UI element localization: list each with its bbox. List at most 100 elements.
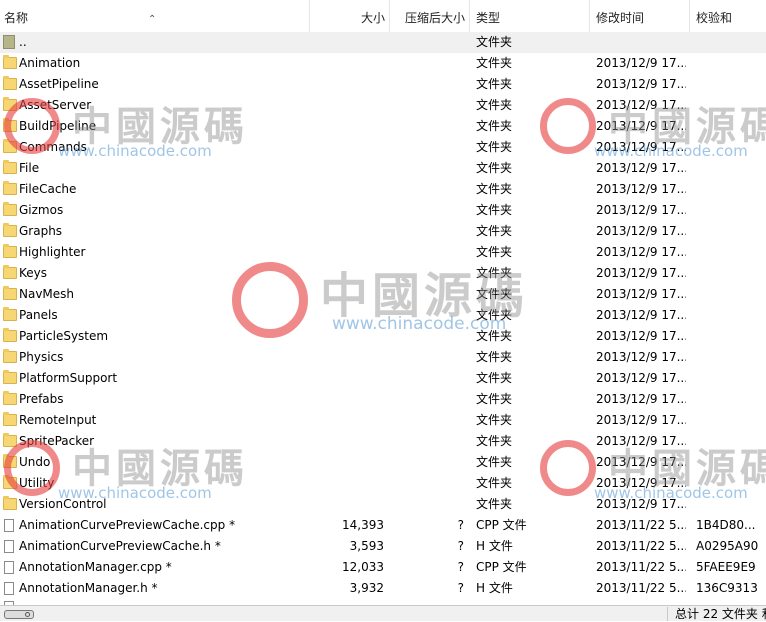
list-item[interactable]: Panels 文件夹 2013/12/9 17... <box>0 305 766 326</box>
item-modified: 2013/12/9 17... <box>596 77 686 91</box>
item-name: Panels <box>19 308 58 322</box>
folder-icon <box>3 265 17 279</box>
item-size <box>310 116 384 137</box>
item-name: BuildPipeline <box>19 119 97 133</box>
item-compressed <box>390 137 464 158</box>
list-item[interactable]: AnimationCurvePreviewCache.cpp * 14,393? C… <box>0 515 766 536</box>
item-name: NavMesh <box>19 287 75 301</box>
column-crc-header[interactable]: 校验和 <box>690 0 766 32</box>
list-item[interactable]: AnnotationManager.h * 3,932? H 文件 2013/11/2… <box>0 578 766 599</box>
item-crc <box>696 53 764 74</box>
item-compressed <box>390 32 464 53</box>
item-type: 文件夹 <box>476 98 513 112</box>
item-compressed <box>390 347 464 368</box>
list-item[interactable]: Commands 文件夹 2013/12/9 17... <box>0 137 766 158</box>
item-compressed <box>390 284 464 305</box>
list-item[interactable]: FileCache 文件夹 2013/12/9 17... <box>0 179 766 200</box>
item-crc <box>696 368 764 389</box>
list-item[interactable]: AnimationCurvePreviewCache.h * 3,593? H 文件… <box>0 536 766 557</box>
list-item[interactable]: Prefabs 文件夹 2013/12/9 17... <box>0 389 766 410</box>
item-crc: 136C9313 <box>696 581 758 595</box>
item-compressed <box>390 494 464 515</box>
item-size <box>310 410 384 431</box>
item-size <box>310 263 384 284</box>
folder-icon <box>3 181 17 195</box>
item-type: 文件夹 <box>476 203 513 217</box>
item-name: AssetPipeline <box>19 77 99 91</box>
item-modified: 2013/11/22 5... <box>596 518 686 532</box>
file-icon <box>4 519 14 532</box>
column-type-header[interactable]: 类型 <box>470 0 590 32</box>
list-item[interactable]: Undo 文件夹 2013/12/9 17... <box>0 452 766 473</box>
list-item[interactable]: NavMesh 文件夹 2013/12/9 17... <box>0 284 766 305</box>
item-modified: 2013/12/9 17... <box>596 98 686 112</box>
list-item[interactable]: PlatformSupport 文件夹 2013/12/9 17... <box>0 368 766 389</box>
item-crc <box>696 242 764 263</box>
item-name: Animation <box>19 56 81 70</box>
folder-icon <box>3 307 17 321</box>
item-crc <box>696 95 764 116</box>
item-name: File <box>19 161 40 175</box>
status-summary: 总计 22 文件夹 和 <box>675 607 766 621</box>
item-size <box>310 158 384 179</box>
item-crc: 1B4D80... <box>696 518 756 532</box>
list-item[interactable]: File 文件夹 2013/12/9 17... <box>0 158 766 179</box>
column-name-header[interactable]: 名称 ⌃ <box>0 0 310 32</box>
file-icon <box>4 582 14 595</box>
list-item[interactable]: Utility 文件夹 2013/12/9 17... <box>0 473 766 494</box>
item-type: H 文件 <box>476 581 513 595</box>
item-compressed: ? <box>457 581 464 595</box>
list-item[interactable]: Gizmos 文件夹 2013/12/9 17... <box>0 200 766 221</box>
item-size <box>310 137 384 158</box>
item-size <box>310 221 384 242</box>
parent-folder-row[interactable]: .. 文件夹 <box>0 32 766 53</box>
list-item[interactable]: ParticleSystem 文件夹 2013/12/9 17... <box>0 326 766 347</box>
item-modified: 2013/12/9 17... <box>596 329 686 343</box>
folder-icon <box>3 349 17 363</box>
column-compressed-header[interactable]: 压缩后大小 <box>390 0 470 32</box>
item-size <box>310 284 384 305</box>
list-item[interactable]: SpritePacker 文件夹 2013/12/9 17... <box>0 431 766 452</box>
item-name: AnnotationManager.cpp * <box>19 560 172 574</box>
item-name: AnnotationManager.h * <box>19 581 158 595</box>
item-crc <box>696 137 764 158</box>
list-item[interactable]: VersionControl 文件夹 2013/12/9 17... <box>0 494 766 515</box>
sort-ascending-icon: ⌃ <box>148 14 157 25</box>
item-type: 文件夹 <box>476 476 513 490</box>
item-crc <box>696 200 764 221</box>
item-size: 3,932 <box>349 581 384 595</box>
column-modified-header[interactable]: 修改时间 <box>590 0 690 32</box>
item-crc <box>696 32 764 53</box>
list-item[interactable]: AssetPipeline 文件夹 2013/12/9 17... <box>0 74 766 95</box>
item-crc <box>696 494 764 515</box>
item-modified: 2013/12/9 17... <box>596 455 686 469</box>
drive-icon <box>4 610 34 619</box>
folder-icon <box>3 454 17 468</box>
item-type: 文件夹 <box>476 434 513 448</box>
item-modified: 2013/12/9 17... <box>596 119 686 133</box>
folder-icon <box>3 160 17 174</box>
item-compressed <box>390 179 464 200</box>
item-name: Commands <box>19 140 87 154</box>
list-item[interactable]: Animation 文件夹 2013/12/9 17... <box>0 53 766 74</box>
item-size <box>310 473 384 494</box>
list-item[interactable]: AssetServer 文件夹 2013/12/9 17... <box>0 95 766 116</box>
item-modified: 2013/12/9 17... <box>596 392 686 406</box>
folder-icon <box>3 496 17 510</box>
list-item[interactable]: RemoteInput 文件夹 2013/12/9 17... <box>0 410 766 431</box>
file-icon <box>4 561 14 574</box>
list-item[interactable]: Graphs 文件夹 2013/12/9 17... <box>0 221 766 242</box>
list-item[interactable]: Keys 文件夹 2013/12/9 17... <box>0 263 766 284</box>
list-item[interactable]: Highlighter 文件夹 2013/12/9 17... <box>0 242 766 263</box>
file-list: .. 文件夹 Animation 文件夹 2013/12/9 17... AssetPip… <box>0 32 766 599</box>
item-modified: 2013/12/9 17... <box>596 308 686 322</box>
item-size <box>310 431 384 452</box>
list-item[interactable]: BuildPipeline 文件夹 2013/12/9 17... <box>0 116 766 137</box>
item-modified: 2013/12/9 17... <box>596 413 686 427</box>
list-item[interactable]: AnnotationManager.cpp * 12,033? CPP 文件 2013… <box>0 557 766 578</box>
list-item[interactable]: Physics 文件夹 2013/12/9 17... <box>0 347 766 368</box>
item-type: 文件夹 <box>476 119 513 133</box>
item-type: 文件夹 <box>476 392 513 406</box>
column-size-header[interactable]: 大小 <box>310 0 390 32</box>
item-size <box>310 32 384 53</box>
